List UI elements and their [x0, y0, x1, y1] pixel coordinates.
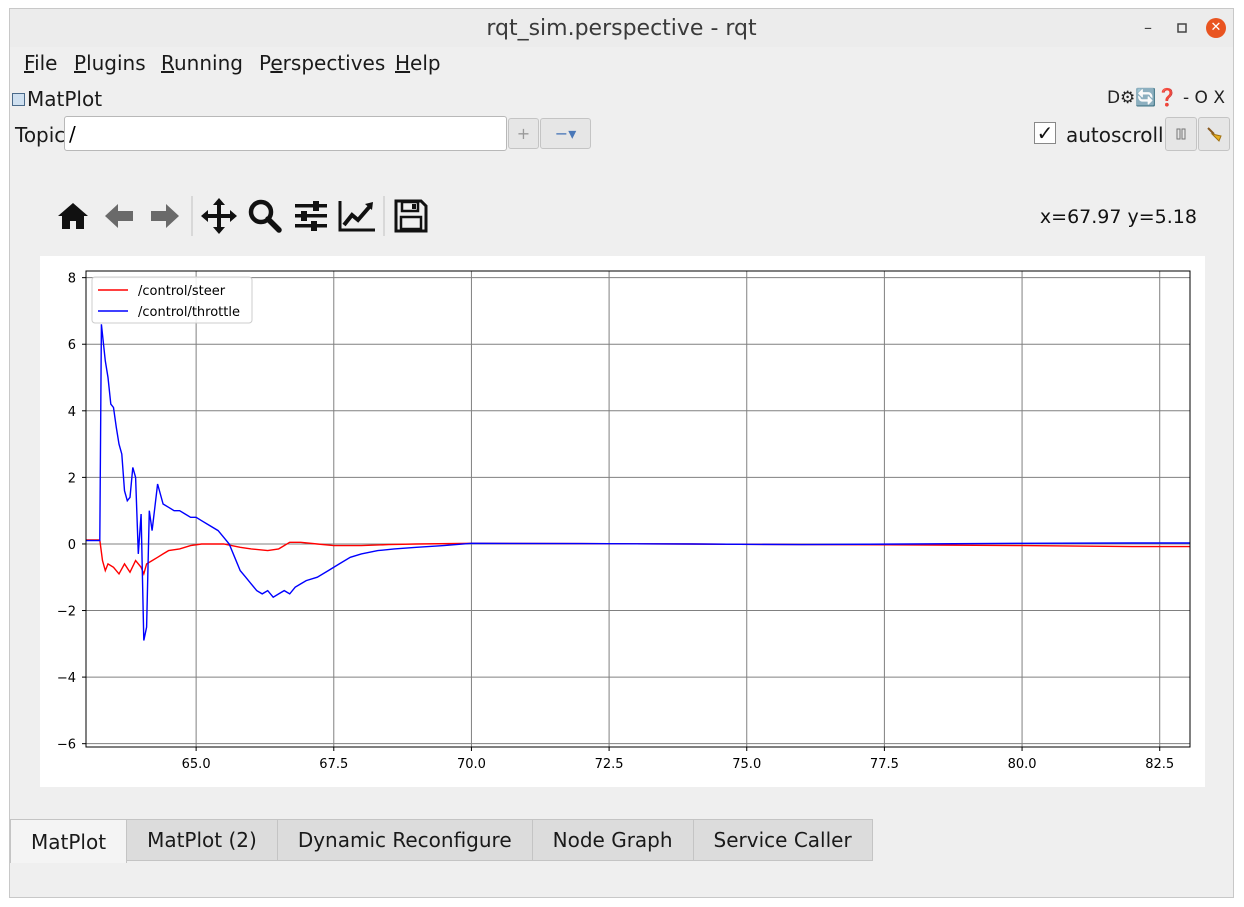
toolbar-separator	[383, 196, 385, 236]
menu-perspectives[interactable]: Perspectives	[259, 51, 385, 75]
floppy-disk-icon	[394, 199, 428, 233]
legend-label: /control/throttle	[138, 305, 240, 320]
tab-bar: MatPlot MatPlot (2) Dynamic Reconfigure …	[10, 819, 873, 863]
plugin-controls[interactable]: D⚙🔄❓ - O X	[1107, 88, 1225, 108]
pause-icon	[1176, 128, 1186, 140]
tab-dynamic-reconfigure[interactable]: Dynamic Reconfigure	[276, 819, 533, 861]
y-tick-label: −2	[57, 605, 76, 620]
tab-service-caller[interactable]: Service Caller	[692, 819, 873, 861]
y-tick-label: 6	[68, 338, 76, 353]
plot-canvas[interactable]: 65.0 67.5 70.0 72.5 75.0 77.5 80.0 82.5 −6 −4 −2 0 2…	[40, 256, 1205, 787]
pan-button[interactable]	[196, 193, 242, 239]
y-tick-label: −6	[57, 738, 76, 753]
close-button[interactable]: ✕	[1206, 18, 1226, 38]
y-tick-label: 8	[68, 272, 76, 287]
menu-bar: File Plugins Running Perspectives Help	[10, 47, 1233, 79]
x-tick-label: 72.5	[595, 757, 624, 772]
plugin-icon	[12, 92, 25, 106]
zoom-button[interactable]	[242, 193, 288, 239]
autoscroll-label: autoscroll	[1066, 123, 1164, 147]
topic-label: Topic	[15, 123, 66, 147]
autoscroll-checkbox[interactable]: ✓	[1034, 122, 1056, 144]
save-figure-button[interactable]	[388, 193, 434, 239]
x-tick-label: 77.5	[870, 757, 899, 772]
x-tick-label: 75.0	[732, 757, 761, 772]
arrow-left-icon	[105, 204, 133, 228]
y-tick-label: 0	[68, 538, 76, 553]
menu-file[interactable]: File	[24, 51, 57, 75]
x-tick-label: 65.0	[182, 757, 211, 772]
pause-button[interactable]	[1165, 117, 1197, 151]
add-topic-button[interactable]: +	[508, 118, 539, 149]
plugin-title-label: MatPlot	[27, 87, 103, 111]
matplotlib-toolbar	[50, 193, 434, 239]
search-icon	[248, 199, 282, 233]
x-tick-label: 82.5	[1145, 757, 1174, 772]
plugin-title: MatPlot	[12, 87, 102, 111]
menu-running[interactable]: Running	[161, 51, 243, 75]
legend-label: /control/steer	[138, 284, 226, 299]
minimize-button[interactable]: –	[1138, 18, 1158, 38]
line-chart-icon	[338, 201, 375, 232]
y-tick-label: −4	[57, 671, 76, 686]
broom-icon	[1207, 127, 1222, 142]
title-bar: rqt_sim.perspective - rqt – ✕	[10, 9, 1233, 47]
y-tick-label: 2	[68, 471, 76, 486]
arrow-right-icon	[151, 204, 179, 228]
x-tick-label: 80.0	[1008, 757, 1037, 772]
move-icon	[201, 198, 237, 234]
maximize-button[interactable]	[1172, 18, 1192, 38]
forward-button[interactable]	[142, 193, 188, 239]
tab-matplot[interactable]: MatPlot	[10, 819, 128, 863]
clear-button[interactable]	[1198, 117, 1230, 151]
topic-input[interactable]	[64, 116, 507, 151]
home-button[interactable]	[50, 193, 96, 239]
menu-plugins[interactable]: Plugins	[74, 51, 146, 75]
tab-node-graph[interactable]: Node Graph	[531, 819, 694, 861]
remove-topic-dropdown[interactable]: −▾	[540, 118, 591, 149]
back-button[interactable]	[96, 193, 142, 239]
x-tick-label: 67.5	[319, 757, 348, 772]
tab-matplot-2[interactable]: MatPlot (2)	[126, 819, 278, 861]
cursor-coordinates: x=67.97 y=5.18	[1039, 206, 1197, 228]
sliders-icon	[295, 201, 327, 231]
series-line-throttle	[86, 324, 1190, 641]
series-line-steer	[86, 539, 1190, 577]
maximize-icon	[1177, 23, 1187, 33]
toolbar-separator	[191, 196, 193, 236]
x-tick-label: 70.0	[457, 757, 486, 772]
window-title: rqt_sim.perspective - rqt	[486, 16, 757, 41]
configure-subplots-button[interactable]	[288, 193, 334, 239]
home-icon	[58, 203, 88, 229]
rqt-window: rqt_sim.perspective - rqt – ✕ File Plugi…	[9, 8, 1234, 898]
line-chart[interactable]: 65.0 67.5 70.0 72.5 75.0 77.5 80.0 82.5 −6 −4 −2 0 2…	[40, 256, 1205, 787]
axes-frame	[85, 270, 1191, 748]
menu-help[interactable]: Help	[395, 51, 441, 75]
edit-axes-button[interactable]	[334, 193, 380, 239]
y-tick-label: 4	[68, 405, 76, 420]
